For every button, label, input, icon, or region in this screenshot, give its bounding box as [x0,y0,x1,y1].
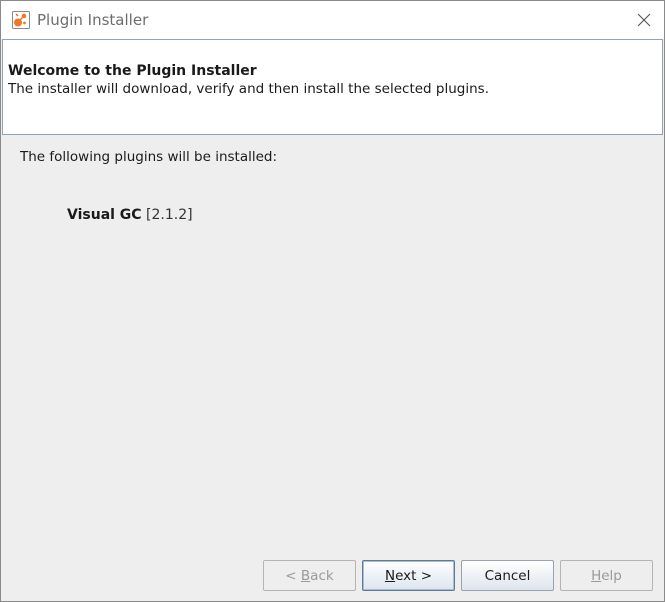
next-button-label: ext > [395,567,433,584]
plugin-list-item: Visual GC [2.1.2] [67,207,193,223]
back-button-mnemonic: B [300,567,311,584]
next-button-mnemonic: N [384,567,396,584]
window-title: Plugin Installer [37,11,149,29]
plugins-list-label: The following plugins will be installed: [20,149,278,165]
plugin-installer-app-icon [12,11,30,29]
next-button[interactable]: Next > [362,560,455,591]
welcome-description: The installer will download, verify and … [8,81,489,97]
close-icon[interactable] [634,10,654,30]
back-button-prefix: < [285,567,301,584]
plugin-name: Visual GC [67,207,142,223]
welcome-header-panel: Welcome to the Plugin Installer The inst… [2,39,663,135]
welcome-title: Welcome to the Plugin Installer [8,63,257,79]
plugin-version: [2.1.2] [146,207,193,223]
help-button-mnemonic: H [591,567,602,584]
plugin-installer-window: Plugin Installer Welcome to the Plugin I… [0,0,665,602]
cancel-button[interactable]: Cancel [461,560,554,591]
help-button[interactable]: Help [560,560,653,591]
cancel-button-label: Cancel [484,567,531,584]
back-button-label: ack [310,567,334,584]
help-button-label: elp [601,567,622,584]
title-bar[interactable]: Plugin Installer [1,1,664,39]
back-button[interactable]: < Back [263,560,356,591]
